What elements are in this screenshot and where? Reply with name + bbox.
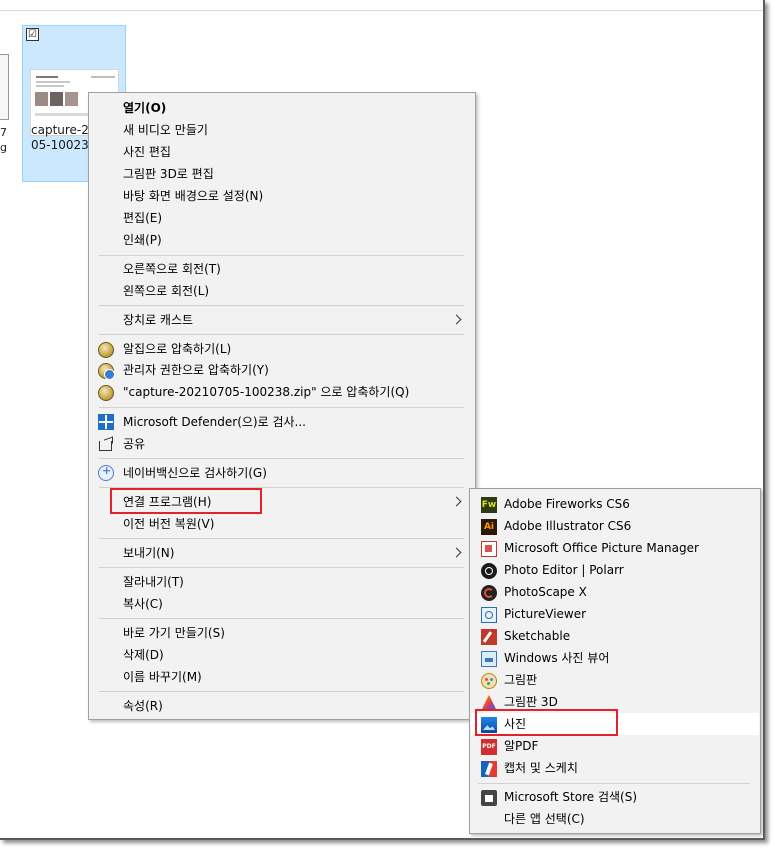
alzip-icon bbox=[98, 385, 114, 401]
menu-item-create-shortcut[interactable]: 바로 가기 만들기(S) bbox=[123, 622, 463, 644]
selection-checkbox[interactable]: ☑ bbox=[26, 28, 39, 41]
menu-separator bbox=[99, 538, 464, 539]
illustrator-icon: Ai bbox=[481, 519, 497, 535]
app-snip-sketch[interactable]: 캡처 및 스케치 bbox=[504, 757, 754, 779]
menu-item-rotate-left[interactable]: 왼쪽으로 회전(L) bbox=[123, 280, 463, 302]
chevron-right-icon bbox=[453, 309, 461, 331]
menu-item-set-wallpaper[interactable]: 바탕 화면 배경으로 설정(N) bbox=[123, 185, 463, 207]
defender-icon bbox=[98, 414, 114, 430]
windows-photo-viewer-icon bbox=[481, 651, 497, 667]
menu-item-send-to[interactable]: 보내기(N) bbox=[123, 542, 463, 564]
naver-vaccine-icon bbox=[98, 464, 114, 481]
menu-separator bbox=[99, 305, 464, 306]
menu-item-store-search[interactable]: Microsoft Store 검색(S) bbox=[504, 786, 754, 808]
app-fireworks[interactable]: Adobe Fireworks CS6 bbox=[504, 493, 754, 515]
chevron-right-icon bbox=[453, 542, 461, 564]
alzip-icon bbox=[98, 342, 114, 358]
highlight-box-open-with bbox=[110, 488, 262, 514]
top-divider bbox=[0, 10, 763, 11]
menu-item-cast-to-device[interactable]: 장치로 캐스트 bbox=[123, 309, 463, 331]
menu-item-edit[interactable]: 편집(E) bbox=[123, 207, 463, 229]
highlight-box-photos bbox=[475, 709, 618, 736]
menu-separator bbox=[99, 458, 464, 459]
menu-separator bbox=[478, 783, 750, 784]
menu-item-rename[interactable]: 이름 바꾸기(M) bbox=[123, 666, 463, 688]
store-icon bbox=[481, 790, 497, 806]
app-windows-photo-viewer[interactable]: Windows 사진 뷰어 bbox=[504, 647, 754, 669]
menu-item-cut[interactable]: 잘라내기(T) bbox=[123, 571, 463, 593]
app-alpdf[interactable]: 알PDF bbox=[504, 735, 754, 757]
menu-item-defender-scan[interactable]: Microsoft Defender(으)로 검사... bbox=[123, 411, 463, 433]
photoscape-icon bbox=[481, 585, 497, 601]
alzip-admin-icon bbox=[98, 363, 115, 380]
menu-separator bbox=[99, 255, 464, 256]
menu-separator bbox=[99, 618, 464, 619]
menu-item-rotate-right[interactable]: 오른쪽으로 회전(T) bbox=[123, 258, 463, 280]
file-name-line2: 05-100238 bbox=[31, 138, 97, 152]
menu-item-edit-photo[interactable]: 사진 편집 bbox=[123, 141, 463, 163]
picture-manager-icon bbox=[481, 541, 497, 557]
paint-icon bbox=[481, 673, 497, 689]
partial-file-thumbnail[interactable] bbox=[0, 54, 9, 120]
file-name-line1: capture-20 bbox=[31, 123, 97, 137]
menu-separator bbox=[99, 407, 464, 408]
menu-separator bbox=[99, 334, 464, 335]
polarr-icon bbox=[481, 563, 497, 579]
menu-item-new-video[interactable]: 새 비디오 만들기 bbox=[123, 119, 463, 141]
menu-item-open[interactable]: 열기(O) bbox=[123, 97, 463, 119]
menu-item-compress-to-zip[interactable]: "capture-20210705-100238.zip" 으로 압축하기(Q) bbox=[123, 381, 463, 403]
menu-item-properties[interactable]: 속성(R) bbox=[123, 695, 463, 717]
sketchable-icon bbox=[481, 629, 497, 645]
open-with-submenu: Fw Adobe Fireworks CS6 Ai Adobe Illustra… bbox=[469, 488, 761, 834]
menu-item-admin-compress[interactable]: 관리자 권한으로 압축하기(Y) bbox=[123, 359, 463, 381]
menu-item-edit-paint3d[interactable]: 그림판 3D로 편집 bbox=[123, 163, 463, 185]
fireworks-icon: Fw bbox=[481, 497, 497, 513]
menu-separator bbox=[99, 567, 464, 568]
app-picture-viewer[interactable]: PictureViewer bbox=[504, 603, 754, 625]
menu-item-share[interactable]: 공유 bbox=[123, 433, 463, 455]
menu-separator bbox=[99, 691, 464, 692]
menu-item-naver-vaccine[interactable]: 네이버백신으로 검사하기(G) bbox=[123, 462, 463, 484]
app-illustrator[interactable]: Adobe Illustrator CS6 bbox=[504, 515, 754, 537]
share-icon bbox=[98, 436, 114, 452]
alpdf-icon: PDF bbox=[481, 739, 497, 755]
app-photoscape[interactable]: PhotoScape X bbox=[504, 581, 754, 603]
app-polarr[interactable]: Photo Editor | Polarr bbox=[504, 559, 754, 581]
desktop-window: 7 g ☑ capture-20 05-100238 열기(O) 새 비디오 만… bbox=[0, 0, 765, 840]
context-menu: 열기(O) 새 비디오 만들기 사진 편집 그림판 3D로 편집 바탕 화면 배… bbox=[88, 92, 476, 720]
app-picture-manager[interactable]: Microsoft Office Picture Manager bbox=[504, 537, 754, 559]
menu-item-print[interactable]: 인쇄(P) bbox=[123, 229, 463, 251]
chevron-right-icon bbox=[453, 491, 461, 513]
menu-item-alzip-compress[interactable]: 알집으로 압축하기(L) bbox=[123, 338, 463, 360]
partial-file-label: 7 g bbox=[0, 126, 7, 154]
menu-item-choose-another-app[interactable]: 다른 앱 선택(C) bbox=[504, 808, 754, 830]
picture-viewer-icon bbox=[481, 607, 497, 623]
menu-item-copy[interactable]: 복사(C) bbox=[123, 593, 463, 615]
menu-item-restore-previous[interactable]: 이전 버전 복원(V) bbox=[123, 513, 463, 535]
menu-item-delete[interactable]: 삭제(D) bbox=[123, 644, 463, 666]
snip-sketch-icon bbox=[481, 761, 497, 777]
app-paint[interactable]: 그림판 bbox=[504, 669, 754, 691]
file-name: capture-20 05-100238 bbox=[31, 123, 97, 153]
app-sketchable[interactable]: Sketchable bbox=[504, 625, 754, 647]
